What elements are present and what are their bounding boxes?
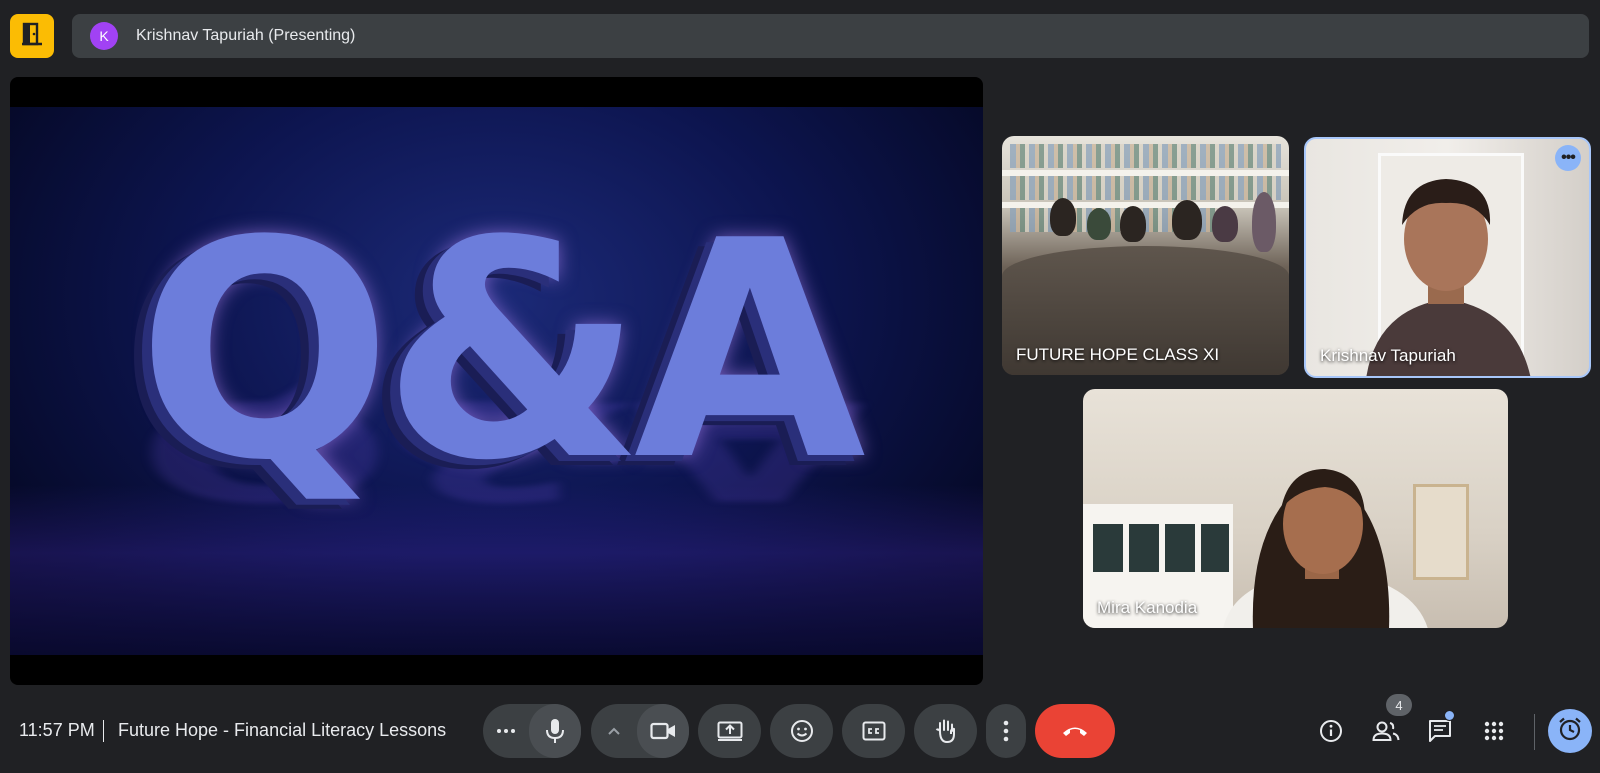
chat-button[interactable] bbox=[1425, 718, 1455, 748]
presenting-banner[interactable]: K Krishnav Tapuriah (Presenting) bbox=[72, 14, 1589, 58]
slide-qa-text: Q&A bbox=[137, 177, 866, 526]
people-button[interactable] bbox=[1371, 718, 1401, 748]
call-controls-bar: 11:57 PM Future Hope - Financial Literac… bbox=[0, 694, 1600, 773]
presentation-stage[interactable]: Q&A Q&A bbox=[10, 77, 983, 685]
participant-tile-active-speaker[interactable]: ••• Krishnav Tapuriah bbox=[1304, 137, 1591, 378]
more-mic-options-button[interactable] bbox=[483, 704, 529, 758]
divider bbox=[103, 720, 104, 742]
bookshelf bbox=[1010, 144, 1281, 168]
leave-room-button[interactable] bbox=[10, 14, 54, 58]
activities-button[interactable] bbox=[1479, 718, 1509, 748]
raise-hand-button[interactable] bbox=[914, 704, 977, 758]
microphone-button[interactable] bbox=[529, 704, 581, 758]
people-count-badge: 4 bbox=[1386, 694, 1412, 716]
people-icon bbox=[1372, 720, 1400, 747]
presentation-slide: Q&A Q&A bbox=[10, 107, 983, 655]
participant-video bbox=[1213, 429, 1433, 628]
participant-name: Krishnav Tapuriah bbox=[1320, 346, 1456, 365]
meeting-clock: 11:57 PM bbox=[19, 720, 95, 740]
chevron-up-icon bbox=[607, 727, 621, 736]
presenter-avatar: K bbox=[90, 22, 118, 50]
participant-name: Mira Kanodia bbox=[1097, 598, 1198, 617]
camera-icon bbox=[650, 722, 676, 740]
chat-icon bbox=[1428, 719, 1452, 748]
presenter-label: Krishnav Tapuriah (Presenting) bbox=[136, 27, 356, 44]
participant-name: FUTURE HOPE CLASS XI bbox=[1016, 345, 1220, 364]
mic-control-group bbox=[483, 704, 581, 758]
more-options-icon[interactable]: ••• bbox=[1555, 145, 1581, 171]
present-screen-icon bbox=[717, 721, 743, 741]
more-vertical-icon bbox=[1003, 720, 1009, 742]
captions-button[interactable] bbox=[842, 704, 905, 758]
camera-button[interactable] bbox=[637, 704, 689, 758]
emoji-smile-icon bbox=[790, 719, 814, 743]
more-options-button[interactable] bbox=[986, 704, 1026, 758]
closed-captions-icon bbox=[862, 721, 886, 741]
hang-up-icon bbox=[1061, 724, 1089, 738]
chat-unread-dot bbox=[1444, 710, 1455, 721]
microphone-icon bbox=[545, 718, 565, 744]
more-horizontal-icon bbox=[496, 728, 516, 734]
reactions-button[interactable] bbox=[770, 704, 833, 758]
present-screen-button[interactable] bbox=[698, 704, 761, 758]
divider bbox=[1534, 714, 1535, 750]
participant-tile[interactable]: FUTURE HOPE CLASS XI bbox=[1002, 136, 1289, 375]
apps-grid-icon bbox=[1484, 721, 1504, 746]
alarm-clock-icon bbox=[1557, 716, 1583, 747]
meeting-details-button[interactable] bbox=[1316, 718, 1346, 748]
host-controls-button[interactable] bbox=[1548, 709, 1592, 753]
leave-call-button[interactable] bbox=[1035, 704, 1115, 758]
info-icon bbox=[1319, 719, 1343, 748]
exit-door-icon bbox=[21, 22, 43, 51]
more-camera-options-button[interactable] bbox=[591, 704, 637, 758]
raise-hand-icon bbox=[934, 718, 958, 744]
meeting-title: Future Hope - Financial Literacy Lessons bbox=[118, 720, 447, 740]
camera-control-group bbox=[591, 704, 689, 758]
participant-tile[interactable]: Mira Kanodia bbox=[1083, 389, 1508, 628]
